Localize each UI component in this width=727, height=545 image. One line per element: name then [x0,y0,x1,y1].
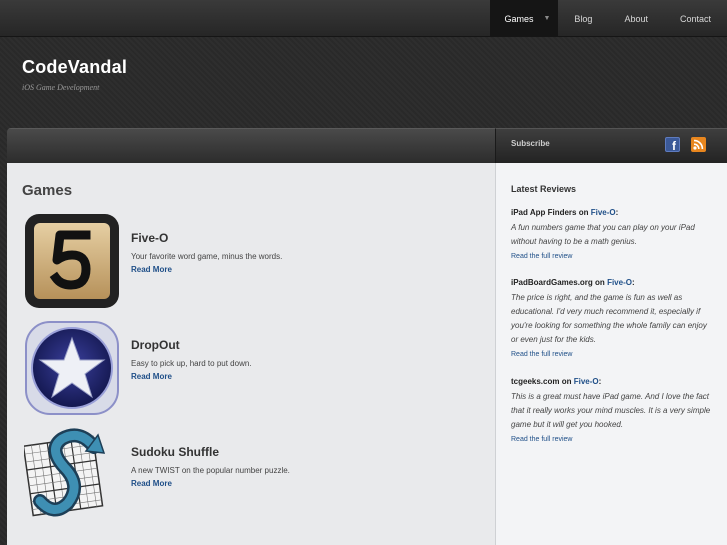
review-heading: tcgeeks.com on Five-O: [511,377,716,386]
chevron-down-icon: ▼ [543,15,551,22]
games-heading: Games [22,182,73,199]
review-on: on [595,278,605,287]
review-quote: A fun numbers game that you can play on … [511,223,695,246]
game-title[interactable]: Five-O [131,231,168,245]
nav-item-label: Blog [574,13,593,24]
site-title[interactable]: CodeVandal [22,57,127,78]
subscribe-bar: Subscribe f [495,128,727,163]
review-heading: iPad App Finders on Five-O: [511,208,716,217]
game-title[interactable]: Sudoku Shuffle [131,445,219,459]
review-on: on [578,208,589,217]
nav-item-games[interactable]: Games ▼ [490,0,559,37]
game-title[interactable]: DropOut [131,338,180,352]
game-description: Easy to pick up, hard to put down. [131,359,252,368]
review-source: iPad App Finders [511,208,577,217]
game-description: Your favorite word game, minus the words… [131,252,283,261]
nav-item-label: Games [504,13,534,24]
review-game-link[interactable]: Five-O [574,377,599,386]
review-colon: : [615,208,619,217]
read-more-link[interactable]: Read More [131,265,172,274]
top-nav-bar: Games ▼ Blog About Contact [0,0,727,37]
game-item: Five-O Your favorite word game, minus th… [24,213,484,313]
read-more-link[interactable]: Read More [131,479,172,488]
review-colon: : [598,377,602,386]
games-section: Games Five-O Your favorite word game, mi… [7,163,495,545]
subscribe-label: Subscribe [511,139,550,148]
rss-icon[interactable] [691,137,706,152]
review-on: on [561,377,572,386]
review-quote: The price is right, and the game is fun … [511,293,707,344]
nav-item-label: About [624,13,648,24]
latest-reviews-sidebar: Latest Reviews iPad App Finders on Five-… [495,163,727,545]
nav-item-contact[interactable]: Contact [664,0,727,37]
read-more-link[interactable]: Read More [131,372,172,381]
read-full-review-link[interactable]: Read the full review [511,436,716,443]
game-description: A new TWIST on the popular number puzzle… [131,466,290,475]
dropout-app-icon[interactable] [24,320,120,416]
site-tagline: iOS Game Development [22,83,100,92]
review-item: tcgeeks.com on Five-O: This is a great m… [511,377,716,443]
facebook-icon[interactable]: f [665,137,680,153]
review-game-link[interactable]: Five-O [591,208,616,217]
review-quote: This is a great must have iPad game. And… [511,392,711,429]
read-full-review-link[interactable]: Read the full review [511,351,716,358]
nav-item-label: Contact [679,13,711,24]
review-game-link[interactable]: Five-O [607,278,632,287]
game-item: DropOut Easy to pick up, hard to put dow… [24,320,484,420]
sudoku-shuffle-app-icon[interactable] [22,427,120,523]
review-colon: : [631,278,635,287]
latest-reviews-heading: Latest Reviews [511,184,577,194]
review-source: iPadBoardGames.org [511,278,593,287]
review-source: tcgeeks.com [511,377,560,386]
panel-header [7,128,495,163]
review-item: iPadBoardGames.org on Five-O: The price … [511,278,716,358]
game-item: Sudoku Shuffle A new TWIST on the popula… [22,427,484,527]
main-nav: Games ▼ Blog About Contact [490,0,727,37]
read-full-review-link[interactable]: Read the full review [511,253,716,260]
five-o-app-icon[interactable] [24,213,120,309]
nav-item-about[interactable]: About [608,0,664,37]
nav-item-blog[interactable]: Blog [558,0,608,37]
review-item: iPad App Finders on Five-O: A fun number… [511,208,716,260]
content-panel: Subscribe f Games Five-O Your favorite w… [7,128,727,545]
review-heading: iPadBoardGames.org on Five-O: [511,278,716,287]
